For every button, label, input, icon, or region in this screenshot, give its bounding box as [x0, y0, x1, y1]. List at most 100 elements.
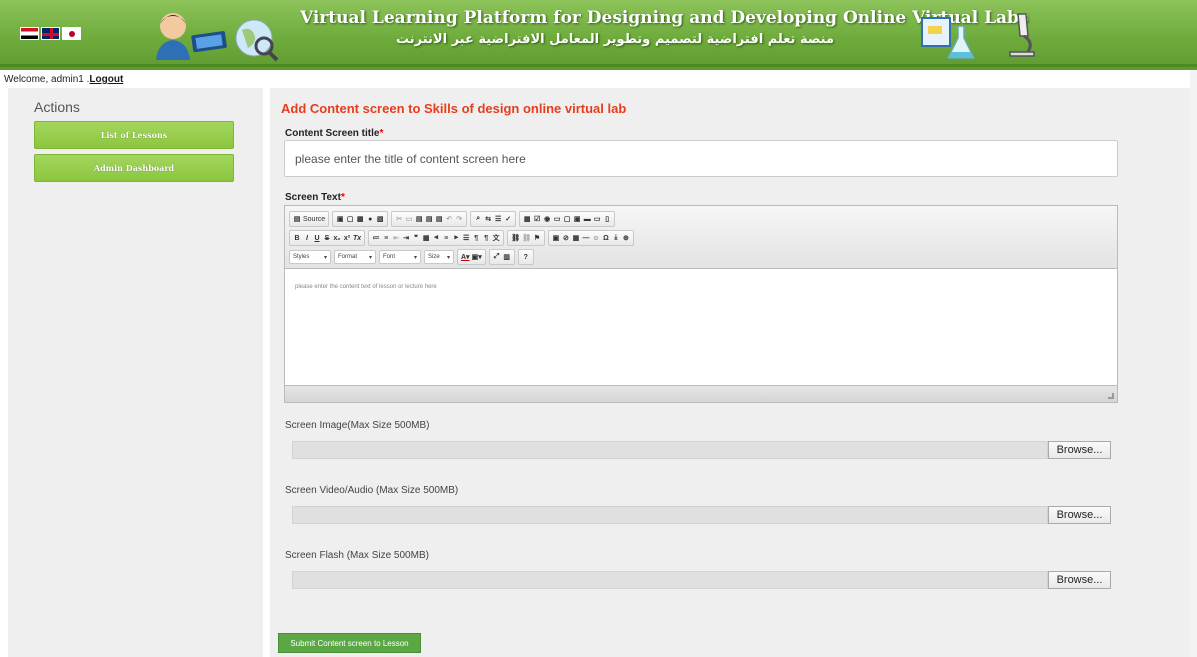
- horizontal-line-icon[interactable]: ―: [582, 235, 590, 242]
- egypt-flag-icon[interactable]: [20, 27, 39, 40]
- screen-image-file-field[interactable]: [292, 441, 1048, 459]
- screen-flash-browse-button[interactable]: Browse...: [1048, 571, 1111, 589]
- rich-text-editor: ▤ Source ▣ ▢ ▦ ● ▧ ✂ ▭ ▤ ▤ ▤ ↶ ↷ ⌕ ⇆ ☰ ✓…: [284, 205, 1118, 403]
- editor-placeholder: please enter the content text of lesson …: [295, 284, 437, 290]
- iframe-icon[interactable]: ⊕: [622, 234, 630, 242]
- button-element-icon[interactable]: ▬: [583, 216, 591, 223]
- styles-dropdown[interactable]: Styles ▾: [289, 250, 331, 264]
- blockquote-icon[interactable]: ❞: [412, 234, 420, 242]
- microscope-icon: [1009, 13, 1035, 57]
- submit-content-button[interactable]: Submit Content screen to Lesson: [278, 633, 421, 653]
- spellcheck-icon[interactable]: ✓: [504, 215, 512, 223]
- page-break-icon[interactable]: ⤓: [612, 234, 620, 242]
- align-center-icon[interactable]: ≡: [442, 235, 450, 242]
- italic-icon[interactable]: I: [303, 235, 311, 242]
- paragraph-group: ≔ ≡ ⇤ ⇥ ❞ ▦ ⫷ ≡ ⫸ ☰ ¶ ¶ 文: [368, 230, 505, 246]
- image-icon[interactable]: ▣: [552, 234, 560, 242]
- site-header: Virtual Learning Platform for Designing …: [0, 0, 1197, 70]
- align-right-icon[interactable]: ⫸: [452, 234, 460, 242]
- board-flask-illustration-icon: [921, 17, 976, 59]
- subscript-icon[interactable]: x₂: [333, 235, 341, 242]
- site-subtitle-arabic: منصة تعلم افتراضية لتصميم وتطوير المعامل…: [395, 32, 834, 47]
- strike-icon[interactable]: S: [323, 235, 331, 242]
- language-icon[interactable]: 文: [492, 233, 500, 243]
- indent-icon[interactable]: ⇥: [402, 234, 410, 242]
- screen-video-browse-button[interactable]: Browse...: [1048, 506, 1111, 524]
- size-dropdown-label: Size: [428, 254, 440, 260]
- remove-format-icon[interactable]: Tx: [353, 235, 361, 242]
- find-icon[interactable]: ⌕: [474, 215, 482, 223]
- link-icon[interactable]: ⛓: [511, 234, 520, 242]
- paste-text-icon[interactable]: ▤: [425, 215, 433, 223]
- globe-search-icon: [235, 19, 279, 62]
- cut-icon[interactable]: ✂: [395, 215, 403, 223]
- textarea-icon[interactable]: ▢: [563, 215, 571, 223]
- font-dropdown[interactable]: Font ▾: [379, 250, 421, 264]
- toolbar-row-2: B I U S x₂ x² Tx ≔ ≡ ⇤ ⇥ ❞ ▦ ⫷ ≡ ⫸ ☰ ¶ ¶…: [289, 230, 634, 246]
- screen-image-browse-button[interactable]: Browse...: [1048, 441, 1111, 459]
- list-of-lessons-button[interactable]: List of Lessons: [34, 121, 234, 149]
- maximize-icon[interactable]: ⤢: [493, 253, 501, 261]
- toolbar-row-3: Styles ▾ Format ▾ Font ▾ Size ▾ A▾ ▣▾ ⤢ ▥ ?: [289, 249, 534, 265]
- tools-group: ⤢ ▥: [488, 249, 515, 265]
- hidden-field-icon[interactable]: ▯: [603, 215, 611, 223]
- redo-icon[interactable]: ↷: [455, 215, 463, 223]
- format-dropdown[interactable]: Format ▾: [334, 250, 376, 264]
- radio-icon[interactable]: ◉: [543, 215, 551, 223]
- paste-word-icon[interactable]: ▤: [435, 215, 443, 223]
- align-left-icon[interactable]: ⫷: [432, 234, 440, 242]
- outdent-icon[interactable]: ⇤: [392, 234, 400, 242]
- bulleted-list-icon[interactable]: ≡: [382, 235, 390, 242]
- uk-flag-icon[interactable]: [41, 27, 60, 40]
- image-button-icon[interactable]: ▭: [593, 215, 601, 223]
- editor-status-bar: [285, 385, 1117, 402]
- special-char-icon[interactable]: Ω: [602, 235, 610, 242]
- table-icon[interactable]: ▦: [572, 234, 580, 242]
- underline-icon[interactable]: U: [313, 235, 321, 242]
- content-title-input[interactable]: please enter the title of content screen…: [284, 140, 1118, 177]
- source-button[interactable]: Source: [303, 216, 325, 223]
- text-color-icon[interactable]: A▾: [461, 253, 470, 261]
- preview-icon[interactable]: ▦: [356, 215, 364, 223]
- unlink-icon[interactable]: ⛓: [522, 234, 531, 242]
- page-scrollbar[interactable]: [1190, 70, 1197, 657]
- paste-icon[interactable]: ▤: [415, 215, 423, 223]
- select-all-icon[interactable]: ☰: [494, 215, 502, 223]
- form-icon[interactable]: ▦: [523, 215, 531, 223]
- rtl-icon[interactable]: ¶: [482, 235, 490, 242]
- screen-flash-file-field[interactable]: [292, 571, 1048, 589]
- smiley-icon[interactable]: ☺: [592, 235, 600, 242]
- source-group: ▤ Source: [289, 211, 330, 227]
- new-page-icon[interactable]: ▢: [346, 215, 354, 223]
- resize-handle-icon[interactable]: [1108, 393, 1114, 399]
- bg-color-icon[interactable]: ▣▾: [472, 253, 482, 261]
- print-icon[interactable]: ●: [366, 216, 374, 223]
- admin-dashboard-button[interactable]: Admin Dashboard: [34, 154, 234, 182]
- ltr-icon[interactable]: ¶: [472, 235, 480, 242]
- help-icon[interactable]: ?: [522, 254, 530, 261]
- replace-icon[interactable]: ⇆: [484, 215, 492, 223]
- templates-icon[interactable]: ▧: [376, 215, 384, 223]
- size-dropdown[interactable]: Size ▾: [424, 250, 454, 264]
- screen-video-file-field[interactable]: [292, 506, 1048, 524]
- div-container-icon[interactable]: ▦: [422, 234, 430, 242]
- anchor-icon[interactable]: ⚑: [533, 234, 541, 242]
- numbered-list-icon[interactable]: ≔: [372, 234, 380, 242]
- flash-icon[interactable]: ⊘: [562, 234, 570, 242]
- select-icon[interactable]: ▣: [573, 215, 581, 223]
- form-elements-group: ▦ ☑ ◉ ▭ ▢ ▣ ▬ ▭ ▯: [519, 211, 616, 227]
- textfield-icon[interactable]: ▭: [553, 215, 561, 223]
- justify-icon[interactable]: ☰: [462, 234, 470, 242]
- superscript-icon[interactable]: x²: [343, 235, 351, 242]
- japan-flag-icon[interactable]: [62, 27, 81, 40]
- show-blocks-icon[interactable]: ▥: [503, 253, 511, 261]
- bold-icon[interactable]: B: [293, 235, 301, 242]
- insert-group: ▣ ⊘ ▦ ― ☺ Ω ⤓ ⊕: [547, 230, 634, 246]
- logout-link[interactable]: Logout: [89, 74, 123, 85]
- save-icon[interactable]: ▣: [336, 215, 344, 223]
- undo-icon[interactable]: ↶: [445, 215, 453, 223]
- about-group: ?: [517, 249, 534, 265]
- checkbox-icon[interactable]: ☑: [533, 215, 541, 223]
- copy-icon[interactable]: ▭: [405, 215, 413, 223]
- editor-content-area[interactable]: please enter the content text of lesson …: [285, 270, 1117, 386]
